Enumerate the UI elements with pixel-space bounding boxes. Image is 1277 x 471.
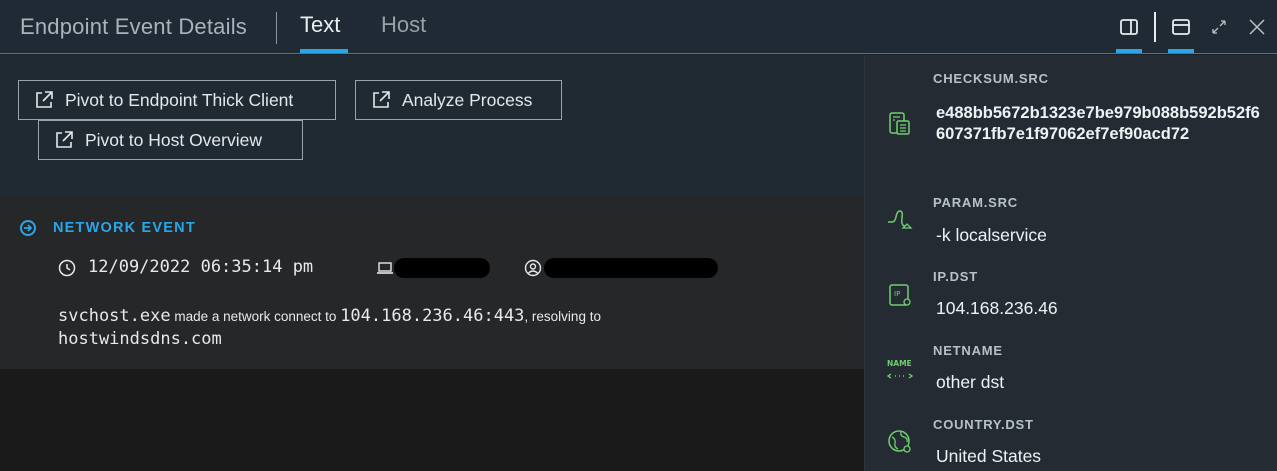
event-type-label: NETWORK EVENT <box>53 220 196 236</box>
country-dst-value: United States <box>936 446 1042 466</box>
pivot-thick-client-button[interactable]: Pivot to Endpoint Thick Client <box>18 80 336 120</box>
pivot-thick-client-label: Pivot to Endpoint Thick Client <box>65 89 294 110</box>
description-text-2: , resolving to <box>524 309 601 324</box>
active-tab-indicator <box>300 49 348 53</box>
analyze-process-label: Analyze Process <box>402 89 533 110</box>
event-description: svchost.exe made a network connect to 10… <box>58 305 818 351</box>
checksum-icon <box>886 110 914 138</box>
description-text: made a network connect to <box>170 309 341 324</box>
process-name[interactable]: svchost.exe <box>58 306 171 326</box>
redacted-hostname <box>394 258 490 278</box>
panel-top-icon[interactable] <box>1168 14 1194 40</box>
destination-hostname[interactable]: hostwindsdns.com <box>58 329 222 349</box>
header-icon-separator <box>1154 12 1156 42</box>
user-icon <box>524 259 542 282</box>
header-divider <box>276 12 277 44</box>
analyze-process-button[interactable]: Analyze Process <box>355 80 562 120</box>
panel-right-indicator <box>1116 49 1142 53</box>
checksum-src-value: e488bb5672b1323e7be979b088b592b52f660737… <box>936 104 1260 143</box>
external-link-icon <box>56 131 73 148</box>
panel-right-icon[interactable] <box>1116 14 1142 40</box>
pivot-host-overview-label: Pivot to Host Overview <box>85 129 262 150</box>
panel-title: Endpoint Event Details <box>20 14 247 39</box>
svg-text:IP: IP <box>894 290 900 298</box>
ip-dst-value: 104.168.236.46 <box>936 298 1058 318</box>
svg-text:NAME: NAME <box>887 359 912 368</box>
close-icon[interactable] <box>1244 14 1270 40</box>
param-src-value: -k localservice <box>936 225 1047 245</box>
destination-address[interactable]: 104.168.236.46:443 <box>340 306 524 326</box>
checksum-src-label: CHECKSUM.SRC <box>933 71 1049 86</box>
laptop-icon <box>376 261 394 280</box>
ip-dst-label: IP.DST <box>933 269 979 284</box>
external-link-icon <box>36 91 53 108</box>
globe-icon <box>886 428 914 456</box>
netname-value: other dst <box>936 372 1005 392</box>
empty-area <box>0 369 864 471</box>
netname-label: NETNAME <box>933 343 1003 358</box>
country-dst-label: COUNTRY.DST <box>933 417 1034 432</box>
panel-top-indicator <box>1168 49 1194 53</box>
clock-icon <box>58 259 76 282</box>
param-icon <box>886 206 914 234</box>
ip-icon: IP <box>886 281 914 309</box>
tab-text[interactable]: Text <box>300 12 340 38</box>
tab-host[interactable]: Host <box>381 12 426 38</box>
netname-icon: NAME <box>886 356 914 384</box>
redacted-username <box>544 258 718 278</box>
pivot-host-overview-button[interactable]: Pivot to Host Overview <box>38 120 303 160</box>
expand-icon[interactable] <box>1206 14 1232 40</box>
external-link-icon <box>373 91 390 108</box>
event-timestamp: 12/09/2022 06:35:14 pm <box>88 257 314 277</box>
network-event-icon <box>20 220 36 236</box>
param-src-label: PARAM.SRC <box>933 195 1018 210</box>
